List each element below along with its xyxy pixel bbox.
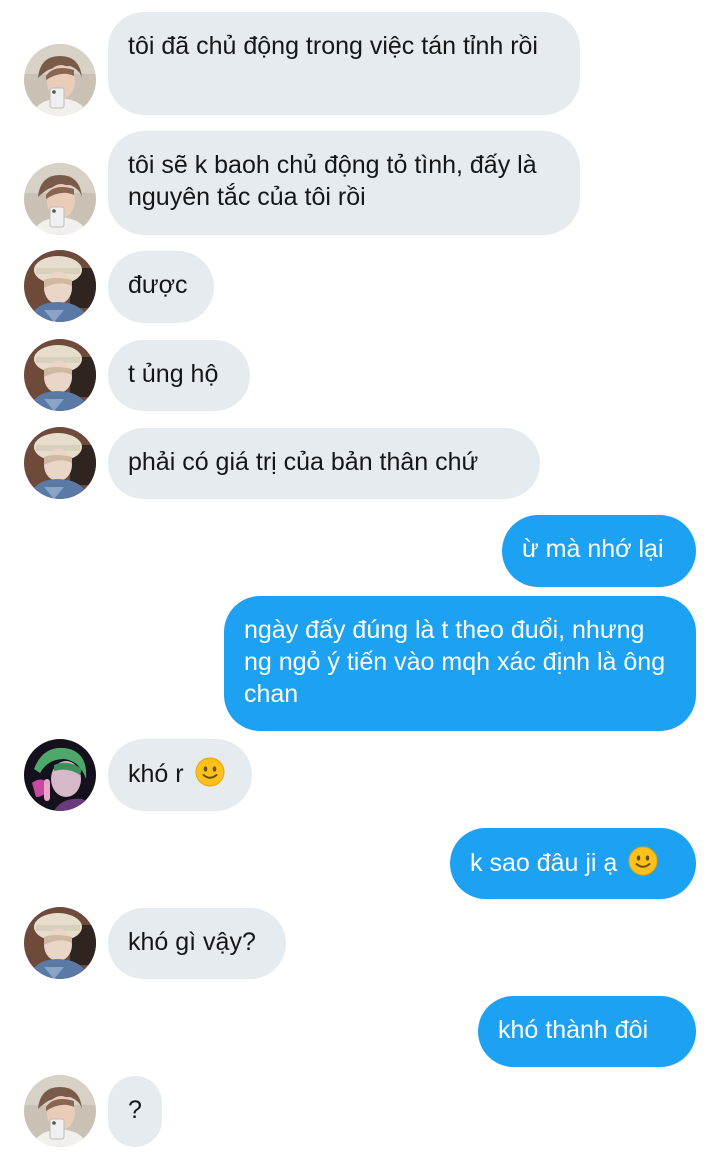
message-text: phải có giá trị của bản thân chứ — [128, 448, 479, 476]
outgoing-message-bubble[interactable]: khó thành đôi — [478, 996, 696, 1067]
message-text: k sao đâu ji ạ — [470, 849, 618, 877]
message-text: ngày đấy đúng là t theo đuổi, nhưng ng n… — [244, 616, 666, 708]
incoming-message-bubble[interactable]: khó gì vậy? — [108, 908, 286, 979]
message-text: ? — [128, 1096, 142, 1124]
outgoing-message-bubble[interactable]: ngày đấy đúng là t theo đuổi, nhưng ng n… — [224, 596, 696, 731]
message-text: ừ mà nhớ lại — [522, 535, 664, 563]
incoming-message-bubble[interactable]: khó r — [108, 739, 252, 811]
slightly-smiling-face-icon — [628, 846, 658, 876]
message-text: khó r — [128, 760, 184, 788]
incoming-message-bubble[interactable]: phải có giá trị của bản thân chứ — [108, 428, 540, 499]
hat-avatar-icon — [24, 907, 96, 979]
outgoing-message-bubble[interactable]: k sao đâu ji ạ — [450, 828, 696, 899]
incoming-message-bubble[interactable]: được — [108, 251, 214, 323]
selfie-avatar-icon — [24, 44, 96, 116]
avatar[interactable] — [24, 163, 96, 235]
avatar[interactable] — [24, 1075, 96, 1147]
message-text: t ủng hộ — [128, 360, 219, 388]
selfie-avatar-icon — [24, 1075, 96, 1147]
avatar[interactable] — [24, 250, 96, 322]
hat-avatar-icon — [24, 339, 96, 411]
hat-avatar-icon — [24, 427, 96, 499]
avatar[interactable] — [24, 427, 96, 499]
selfie-avatar-icon — [24, 163, 96, 235]
message-text: được — [128, 271, 188, 299]
slightly-smiling-face-icon — [195, 757, 225, 787]
outgoing-message-bubble[interactable]: ừ mà nhớ lại — [502, 515, 696, 587]
avatar[interactable] — [24, 739, 96, 811]
incoming-message-bubble[interactable]: tôi sẽ k baoh chủ động tỏ tình, đấy là n… — [108, 131, 580, 235]
incoming-message-bubble[interactable]: tôi đã chủ động trong việc tán tỉnh rồi — [108, 12, 580, 115]
incoming-message-bubble[interactable]: t ủng hộ — [108, 340, 250, 411]
avatar[interactable] — [24, 44, 96, 116]
avatar[interactable] — [24, 339, 96, 411]
incoming-message-bubble[interactable]: ? — [108, 1076, 162, 1147]
message-text: tôi sẽ k baoh chủ động tỏ tình, đấy là n… — [128, 151, 537, 211]
avatar[interactable] — [24, 907, 96, 979]
message-text: khó gì vậy? — [128, 928, 256, 956]
hat-avatar-icon — [24, 250, 96, 322]
message-text: tôi đã chủ động trong việc tán tỉnh rồi — [128, 32, 538, 60]
green-hair-avatar-icon — [24, 739, 96, 811]
message-text: khó thành đôi — [498, 1016, 649, 1044]
